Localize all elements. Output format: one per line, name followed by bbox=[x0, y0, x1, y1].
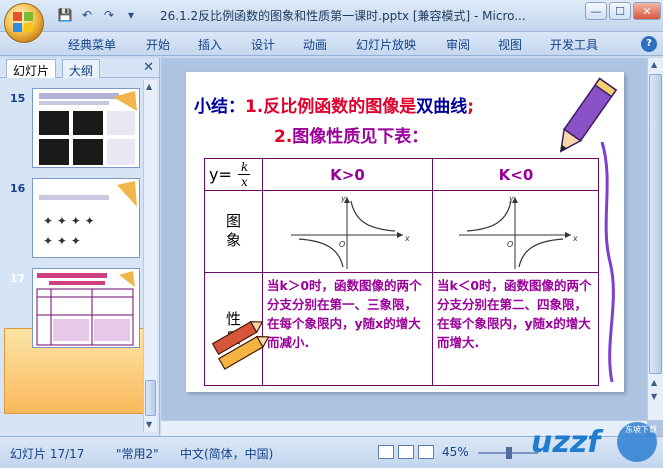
uzzf-watermark-logo: uzzf 东坡下载 bbox=[531, 422, 657, 462]
slideshow-view-icon[interactable] bbox=[418, 445, 434, 459]
graph-k-negative-cell: x y O bbox=[433, 191, 599, 273]
zoom-slider-knob[interactable] bbox=[506, 447, 512, 459]
window-controls: — ☐ ✕ bbox=[585, 2, 661, 20]
editor-vertical-scrollbar[interactable]: ▲ ▲ ▼ bbox=[647, 58, 663, 420]
origin-label: O bbox=[507, 240, 513, 249]
tab-home[interactable]: 开始 bbox=[146, 36, 170, 53]
tab-insert[interactable]: 插入 bbox=[198, 36, 222, 53]
slide-counter: 幻灯片 17/17 bbox=[10, 447, 85, 461]
line1-text: 反比例函数的图像是 bbox=[263, 97, 417, 117]
slide-number: 16 bbox=[10, 182, 26, 195]
graph-k-positive-cell: x y O bbox=[263, 191, 433, 273]
customize-qat-icon[interactable]: ▾ bbox=[122, 6, 140, 24]
summary-label: 小结： bbox=[194, 97, 245, 117]
tab-animation[interactable]: 动画 bbox=[303, 36, 327, 53]
hyperbola-positive-graph: x y O bbox=[291, 194, 410, 269]
tab-outline[interactable]: 大纲 bbox=[62, 59, 101, 78]
slides-pane: 幻灯片 大纲 ✕ 15 16 ✦ ✦ ✦ ✦ ✦ ✦ ✦ 17 ▲ ▼ bbox=[0, 58, 160, 436]
hyperbola-negative-graph: x y O bbox=[459, 194, 578, 269]
slide-thumbnail-17[interactable] bbox=[32, 268, 140, 348]
pane-scrollbar[interactable]: ▲ ▼ bbox=[143, 80, 157, 432]
svg-text:✦ ✦ ✦ ✦: ✦ ✦ ✦ ✦ bbox=[43, 214, 95, 228]
property-k-negative-text: 当k＜0时，函数图像的两个分支分别在第二、四象限，在每个象限内，y随x的增大而增… bbox=[437, 278, 592, 350]
theme-name: "常用2" bbox=[116, 447, 159, 461]
axis-y-label: y bbox=[340, 194, 346, 203]
normal-view-icon[interactable] bbox=[378, 445, 394, 459]
line2-text: 图像性质见下表： bbox=[292, 127, 429, 147]
watermark-subtext: 东坡下载 bbox=[625, 424, 657, 434]
slide-number: 15 bbox=[10, 92, 26, 105]
close-button[interactable]: ✕ bbox=[633, 2, 661, 20]
thumbnail-content: ✦ ✦ ✦ ✦ ✦ ✦ ✦ bbox=[39, 181, 137, 248]
graph-row-label: 图象 bbox=[224, 212, 242, 251]
origin-label: O bbox=[339, 240, 345, 249]
tab-review[interactable]: 审阅 bbox=[446, 36, 470, 53]
undo-icon[interactable]: ↶ bbox=[78, 6, 96, 24]
thumbnail-content bbox=[36, 271, 135, 346]
tab-developer[interactable]: 开发工具 bbox=[550, 36, 598, 53]
tab-design[interactable]: 设计 bbox=[251, 36, 275, 53]
scrollbar-thumb[interactable] bbox=[649, 74, 662, 374]
line1-number: 1. bbox=[245, 97, 264, 117]
svg-text:✦ ✦ ✦: ✦ ✦ ✦ bbox=[43, 234, 81, 248]
thumbnail-content bbox=[39, 91, 137, 165]
ribbon-tabs: 经典菜单 开始 插入 设计 动画 幻灯片放映 审阅 视图 开发工具 ? bbox=[0, 32, 663, 56]
function-label: y= bbox=[209, 165, 232, 184]
maximize-button[interactable]: ☐ bbox=[609, 2, 631, 20]
row-graph-label-cell: 图象 bbox=[205, 191, 263, 273]
decorative-line bbox=[600, 142, 615, 382]
quick-access-toolbar: 💾 ↶ ↷ ▾ bbox=[56, 6, 140, 24]
axis-x-label: x bbox=[404, 234, 410, 243]
save-icon[interactable]: 💾 bbox=[56, 6, 74, 24]
k-negative-label: K<0 bbox=[498, 165, 534, 184]
slide-canvas[interactable]: 小结：1.反比例函数的图像是双曲线; 2.图像性质见下表： y= k x K>0… bbox=[186, 72, 624, 392]
office-button[interactable] bbox=[4, 3, 44, 43]
line2-number: 2. bbox=[274, 127, 293, 147]
property-k-positive-text: 当k＞0时，函数图像的两个分支分别在第一、三象限，在每个象限内，y随x的增大而减… bbox=[267, 278, 422, 350]
line1-end: ; bbox=[467, 97, 475, 117]
office-logo-icon bbox=[13, 12, 35, 34]
tab-slides[interactable]: 幻灯片 bbox=[6, 59, 57, 78]
language-indicator[interactable]: 中文(简体，中国) bbox=[180, 445, 273, 462]
scrollbar-thumb[interactable] bbox=[145, 380, 156, 416]
pencil-bundle-icon bbox=[211, 320, 270, 370]
property-k-negative-cell: 当k＜0时，函数图像的两个分支分别在第二、四象限，在每个象限内，y随x的增大而增… bbox=[433, 273, 599, 386]
scroll-up-icon[interactable]: ▲ bbox=[651, 60, 657, 69]
header-k-negative: K<0 bbox=[433, 159, 599, 191]
title-bar: 💾 ↶ ↷ ▾ 26.1.2反比例函数的图象和性质第一课时.pptx [兼容模式… bbox=[0, 0, 663, 43]
minimize-button[interactable]: — bbox=[585, 2, 607, 20]
slide-thumbnail-16[interactable]: ✦ ✦ ✦ ✦ ✦ ✦ ✦ bbox=[32, 178, 140, 258]
summary-line-2: 2.图像性质见下表： bbox=[274, 122, 428, 147]
zoom-level[interactable]: 45% bbox=[442, 445, 469, 459]
previous-slide-icon[interactable]: ▲ bbox=[651, 378, 657, 387]
fraction-numerator: k bbox=[241, 160, 249, 174]
slide-number: 17 bbox=[10, 272, 26, 285]
axis-x-label: x bbox=[572, 234, 578, 243]
slide-sorter-view-icon[interactable] bbox=[398, 445, 414, 459]
watermark-text: uzzf bbox=[531, 425, 604, 460]
fraction-denominator: x bbox=[241, 175, 248, 189]
header-function-cell: y= k x bbox=[205, 159, 263, 191]
redo-icon[interactable]: ↷ bbox=[100, 6, 118, 24]
window-title: 26.1.2反比例函数的图象和性质第一课时.pptx [兼容模式] - Micr… bbox=[160, 9, 526, 23]
k-positive-label: K>0 bbox=[330, 165, 365, 184]
summary-line-1: 小结：1.反比例函数的图像是双曲线; bbox=[194, 92, 474, 117]
line1-highlight: 双曲线 bbox=[416, 97, 468, 117]
pane-close-icon[interactable]: ✕ bbox=[143, 60, 154, 75]
tab-classic-menu[interactable]: 经典菜单 bbox=[68, 36, 116, 53]
tab-slideshow[interactable]: 幻灯片放映 bbox=[356, 36, 416, 53]
property-k-positive-cell: 当k＞0时，函数图像的两个分支分别在第一、三象限，在每个象限内，y随x的增大而减… bbox=[263, 273, 433, 386]
pane-tabs: 幻灯片 大纲 ✕ bbox=[0, 58, 160, 78]
next-slide-icon[interactable]: ▼ bbox=[651, 392, 657, 401]
header-k-positive: K>0 bbox=[263, 159, 433, 191]
slide-editor: 小结：1.反比例函数的图像是双曲线; 2.图像性质见下表： y= k x K>0… bbox=[161, 58, 663, 436]
tab-view[interactable]: 视图 bbox=[498, 36, 522, 53]
scroll-up-icon[interactable]: ▲ bbox=[146, 82, 152, 91]
slide-thumbnail-15[interactable] bbox=[32, 88, 140, 168]
help-icon[interactable]: ? bbox=[641, 36, 657, 52]
scroll-down-icon[interactable]: ▼ bbox=[146, 420, 152, 429]
